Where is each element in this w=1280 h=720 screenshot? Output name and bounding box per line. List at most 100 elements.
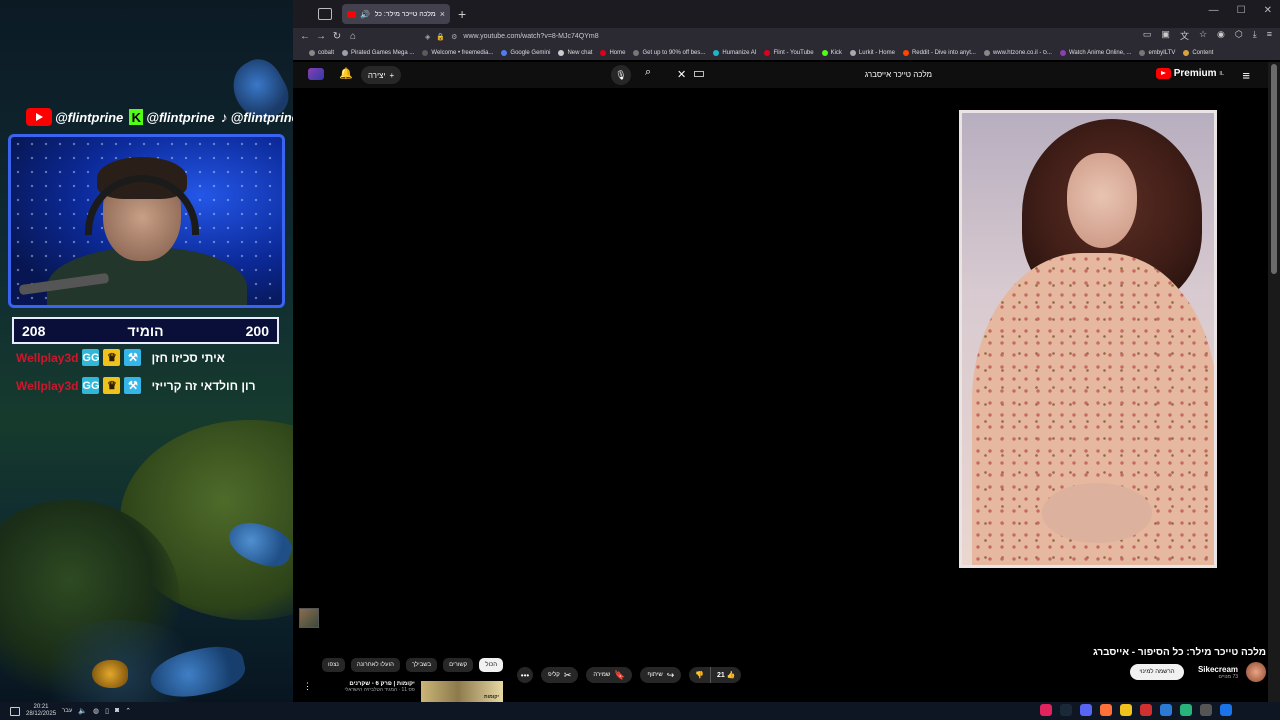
tab-list-icon[interactable] [318,8,332,20]
forward-icon[interactable]: → [313,31,329,42]
bookmark-item[interactable]: cobalt [309,49,334,56]
reload-icon[interactable]: ↻ [329,31,345,42]
recommendation-thumbnail[interactable]: יקומות [420,681,503,702]
maximize-icon[interactable]: ☐ [1237,5,1246,16]
save-label: שמירה [593,672,611,678]
filter-chip[interactable]: נצפו [322,658,345,672]
youtube-premium-logo[interactable]: Premium IL [1155,68,1224,79]
more-options-icon[interactable]: ⋮ [303,681,312,692]
more-actions-icon[interactable]: ••• [517,667,533,683]
clock[interactable]: 20:21 28/12/2025 [26,704,56,718]
notifications-icon[interactable] [10,706,20,716]
clear-search-icon[interactable]: ✕ [677,68,686,81]
scroll-thumb[interactable] [1271,64,1277,274]
discord-tray-icon[interactable]: ◙ [115,707,119,715]
video-player[interactable] [293,90,1268,638]
keyboard-icon[interactable] [694,71,705,77]
team-name: Wellplay3d [16,350,79,365]
bookmark-item[interactable]: Lurkit - Home [849,49,895,56]
search-input[interactable]: ✕ מלכה טייכר אייסברג [671,64,937,84]
bookmark-item[interactable]: Get up to 90% off bes... [633,49,705,56]
account-icon[interactable]: ◉ [1217,29,1225,42]
shield-icon[interactable]: ◈ [425,33,430,41]
filter-chip[interactable]: הועלו לאחרונה [350,658,400,672]
start-icon[interactable] [1220,704,1232,716]
bookmark-favicon-icon [309,49,315,56]
bookmark-item[interactable]: Pirated Games Mega ... [342,49,414,56]
search-query[interactable]: מלכה טייכר אייסברג [704,70,937,79]
network-icon[interactable]: ◍ [93,707,99,715]
show-hidden-icon[interactable]: ⌃ [125,707,131,715]
bookmark-item[interactable]: Flint - YouTube [764,49,814,56]
bookmark-item[interactable]: New chat [558,49,592,56]
lock-icon[interactable]: 🔒 [436,33,445,41]
new-tab-button[interactable]: + [458,6,466,22]
like-button[interactable]: 21 👍 [711,667,741,683]
pip-icon[interactable]: ▭ [1143,29,1152,42]
discord-icon[interactable] [1080,704,1092,716]
close-window-icon[interactable]: ✕ [1264,5,1272,16]
bookmark-item[interactable]: Welcome • freemedia... [422,49,493,56]
volume-icon[interactable]: 🔈 [78,707,87,715]
translate-icon[interactable]: 文 [1180,29,1189,42]
bookmark-item[interactable]: Home [600,49,625,56]
create-button[interactable]: יצירה + [361,66,401,84]
navigation-bar: ← → ↻ ⌂ ◈ 🔒 ⚙ www.youtube.com/watch?v=8-… [293,28,1280,45]
subscribe-button[interactable]: הרשמה למינוי [1129,664,1184,680]
save-button[interactable]: 🔖 שמירה [586,667,633,683]
bookmarks-bar: cobalt Pirated Games Mega ... Welcome • fr… [293,45,1280,60]
bookmark-item[interactable]: Humanize AI [713,49,756,56]
speaker-icon[interactable]: 🔊 [360,10,370,19]
language-indicator[interactable]: עבר [62,708,72,714]
bookmark-item[interactable]: Google Gemini [501,49,550,56]
bookmark-favicon-icon [1059,49,1066,56]
match-row: Wellplay3d GG ♛ ⚒ איתי סכיזו חזן [16,349,225,366]
guide-menu-icon[interactable]: ≡ [1242,68,1250,83]
dislike-button[interactable]: 👎 [689,667,710,683]
search-icon[interactable]: ⌕ [645,66,665,84]
permissions-icon[interactable]: ⚙ [451,33,457,41]
tab-close-icon[interactable]: × [440,9,445,19]
miniplayer-thumbnail[interactable] [299,608,319,628]
channel-name[interactable]: Sikecream [1198,665,1238,674]
minimize-icon[interactable]: — [1209,5,1219,16]
notifications-bell-icon[interactable]: 🔔 [339,67,353,80]
user-avatar[interactable] [308,68,324,80]
menu-icon[interactable]: ≡ [1267,29,1272,42]
filter-chip[interactable]: הכול [479,658,504,672]
app-icon[interactable] [1200,704,1212,716]
channel-avatar[interactable] [1246,662,1266,682]
portrait-photo [962,113,1214,565]
screenshot-icon[interactable]: ▣ [1161,29,1170,42]
bookmark-item[interactable]: embyILTV [1139,49,1175,56]
extension-icon[interactable]: ⬡ [1235,29,1243,42]
bookmark-item[interactable]: Content [1183,49,1213,56]
back-icon[interactable]: ← [297,31,313,42]
page-scrollbar[interactable] [1268,62,1280,702]
tab-active[interactable]: 🔊 מלכה טייכר מילר: כל הסיפ × [342,4,450,24]
steam-icon[interactable] [1060,704,1072,716]
voice-search-icon[interactable]: 🎙 [611,65,631,85]
file-explorer-icon[interactable] [1120,704,1132,716]
bookmark-item[interactable]: Reddit - Dive into anyt... [902,49,976,56]
share-button[interactable]: ↪ שיתוף [640,667,682,683]
bookmark-item[interactable]: Kick [821,49,842,56]
filter-chip[interactable]: קשורים [443,658,474,672]
brand-label: Premium [1173,68,1217,79]
clip-button[interactable]: ✂ קליפ [541,667,579,683]
app-icon[interactable] [1140,704,1152,716]
bookmark-star-icon[interactable]: ☆ [1199,29,1207,42]
recommendation-item[interactable]: ⋮ יקומות | פרק 6 - שקרנים פס 11 · המגיד … [303,681,503,702]
app-icon[interactable] [1160,704,1172,716]
url-text[interactable]: www.youtube.com/watch?v=8-MJc74QYm8 [463,33,598,40]
firefox-icon[interactable] [1100,704,1112,716]
battery-icon[interactable]: ▯ [105,707,109,715]
bookmark-item[interactable]: Watch Anime Online, ... [1059,49,1131,56]
address-bar[interactable]: ◈ 🔒 ⚙ www.youtube.com/watch?v=8-MJc74QYm… [425,29,1105,44]
home-icon[interactable]: ⌂ [345,31,361,42]
app-icon[interactable] [1180,704,1192,716]
download-icon[interactable]: ⤓ [1253,29,1257,42]
filter-chip[interactable]: בשבילך [405,658,438,672]
app-icon[interactable] [1040,704,1052,716]
bookmark-item[interactable]: www.htzone.co.il - ס... [983,49,1052,56]
